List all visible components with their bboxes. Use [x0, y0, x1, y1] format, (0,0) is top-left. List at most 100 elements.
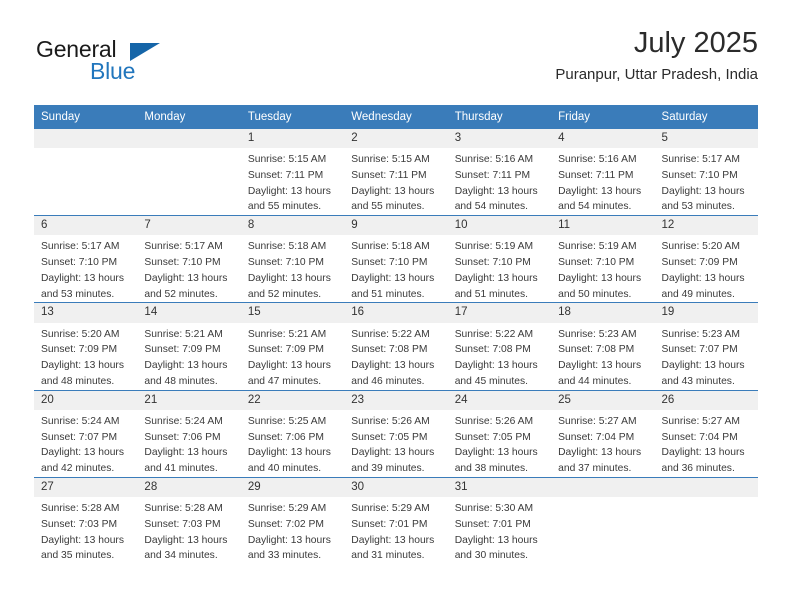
- sunrise-text: Sunrise: 5:29 AM: [351, 503, 430, 515]
- calendar-day-cell[interactable]: 29 Sunrise: 5:29 AM Sunset: 7:02 PM Dayligh…: [240, 476, 345, 565]
- calendar-day-cell[interactable]: 17 Sunrise: 5:22 AM Sunset: 7:08 PM Dayligh…: [447, 302, 552, 391]
- day-info: Sunrise: 5:15 AM Sunset: 7:11 PM Daylight:…: [344, 148, 447, 215]
- daylight-text-line1: Daylight: 13 hours: [454, 447, 538, 459]
- sunset-text: Sunset: 7:11 PM: [454, 169, 531, 181]
- calendar-day-cell[interactable]: 25 Sunrise: 5:27 AM Sunset: 7:04 PM Dayligh…: [551, 389, 655, 478]
- day-number: 7: [137, 216, 241, 236]
- day-info: Sunrise: 5:16 AM Sunset: 7:11 PM Daylight:…: [551, 148, 654, 215]
- sunrise-text: Sunrise: 5:20 AM: [41, 328, 120, 340]
- calendar-day-cell[interactable]: 15 Sunrise: 5:21 AM Sunset: 7:09 PM Dayligh…: [240, 302, 345, 391]
- sunset-text: Sunset: 7:11 PM: [247, 169, 324, 181]
- calendar-day-cell[interactable]: 3 Sunrise: 5:16 AM Sunset: 7:11 PM Daylight…: [447, 129, 552, 216]
- daylight-text-line2: and 51 minutes.: [454, 288, 528, 300]
- calendar-day-cell[interactable]: 10 Sunrise: 5:19 AM Sunset: 7:10 PM Dayligh…: [447, 215, 552, 303]
- weekday-header-saturday: Saturday: [654, 105, 758, 129]
- day-info: Sunrise: 5:26 AM Sunset: 7:05 PM Daylight:…: [448, 410, 551, 477]
- day-cell-inner: 20 Sunrise: 5:24 AM Sunset: 7:07 PM Dayligh…: [34, 390, 138, 477]
- daylight-text-line1: Daylight: 13 hours: [41, 272, 124, 284]
- day-info: Sunrise: 5:18 AM Sunset: 7:10 PM Daylight:…: [344, 235, 447, 302]
- calendar-day-cell[interactable]: 20 Sunrise: 5:24 AM Sunset: 7:07 PM Dayligh…: [34, 389, 138, 478]
- sunrise-text: Sunrise: 5:18 AM: [247, 241, 327, 253]
- calendar-day-cell[interactable]: 27 Sunrise: 5:28 AM Sunset: 7:03 PM Dayligh…: [34, 476, 138, 565]
- calendar-day-cell[interactable]: 31 Sunrise: 5:30 AM Sunset: 7:01 PM Dayligh…: [447, 476, 552, 565]
- day-cell-inner: [34, 129, 138, 215]
- daylight-text-line2: and 54 minutes.: [558, 201, 632, 213]
- calendar-day-cell[interactable]: 30 Sunrise: 5:29 AM Sunset: 7:01 PM Dayligh…: [344, 476, 448, 565]
- sunrise-text: Sunrise: 5:29 AM: [247, 503, 327, 515]
- sunset-text: Sunset: 7:10 PM: [144, 257, 221, 269]
- day-info: Sunrise: 5:17 AM Sunset: 7:10 PM Daylight:…: [137, 235, 240, 302]
- day-cell-inner: 18 Sunrise: 5:23 AM Sunset: 7:08 PM Dayligh…: [551, 303, 655, 389]
- sunset-text: Sunset: 7:03 PM: [41, 518, 118, 530]
- day-number: 27: [34, 477, 138, 498]
- sunrise-text: Sunrise: 5:15 AM: [247, 154, 327, 166]
- day-number: 18: [551, 303, 655, 323]
- sunset-text: Sunset: 7:08 PM: [351, 344, 428, 356]
- sunrise-text: Sunrise: 5:22 AM: [351, 328, 430, 340]
- calendar-day-cell[interactable]: 16 Sunrise: 5:22 AM Sunset: 7:08 PM Dayligh…: [344, 302, 448, 391]
- weekday-header-tuesday: Tuesday: [240, 105, 345, 129]
- sunrise-text: Sunrise: 5:26 AM: [351, 415, 430, 427]
- day-info: Sunrise: 5:24 AM Sunset: 7:07 PM Daylight:…: [34, 410, 137, 477]
- daylight-text-line2: and 55 minutes.: [351, 201, 425, 213]
- sunrise-text: Sunrise: 5:30 AM: [454, 503, 534, 515]
- day-number: 16: [344, 303, 448, 323]
- sunset-text: Sunset: 7:09 PM: [661, 257, 738, 269]
- calendar-body: 1 Sunrise: 5:15 AM Sunset: 7:11 PM Daylight…: [34, 129, 758, 565]
- calendar-day-cell[interactable]: 7 Sunrise: 5:17 AM Sunset: 7:10 PM Daylight…: [137, 215, 241, 303]
- calendar-day-cell[interactable]: 11 Sunrise: 5:19 AM Sunset: 7:10 PM Dayligh…: [551, 215, 655, 303]
- daylight-text-line2: and 54 minutes.: [454, 201, 528, 213]
- calendar-day-cell[interactable]: 18 Sunrise: 5:23 AM Sunset: 7:08 PM Dayligh…: [551, 302, 655, 391]
- sunrise-text: Sunrise: 5:28 AM: [144, 503, 223, 515]
- daylight-text-line1: Daylight: 13 hours: [661, 185, 745, 197]
- calendar-day-cell[interactable]: 8 Sunrise: 5:18 AM Sunset: 7:10 PM Daylight…: [240, 215, 345, 303]
- general-blue-logo[interactable]: General Blue: [34, 32, 234, 88]
- day-number: [34, 129, 138, 149]
- calendar-day-cell[interactable]: 13 Sunrise: 5:20 AM Sunset: 7:09 PM Dayligh…: [34, 302, 138, 391]
- calendar-week-row: 27 Sunrise: 5:28 AM Sunset: 7:03 PM Dayligh…: [34, 476, 758, 565]
- daylight-text-line2: and 35 minutes.: [41, 550, 115, 562]
- calendar-day-cell[interactable]: 2 Sunrise: 5:15 AM Sunset: 7:11 PM Daylight…: [344, 129, 448, 216]
- calendar-day-cell[interactable]: 12 Sunrise: 5:20 AM Sunset: 7:09 PM Dayligh…: [654, 215, 758, 303]
- sunrise-text: Sunrise: 5:18 AM: [351, 241, 430, 253]
- daylight-text-line2: and 44 minutes.: [558, 375, 632, 387]
- calendar-table: Sunday Monday Tuesday Wednesday Thursday…: [34, 105, 758, 565]
- calendar-day-cell[interactable]: 9 Sunrise: 5:18 AM Sunset: 7:10 PM Daylight…: [344, 215, 448, 303]
- daylight-text-line1: Daylight: 13 hours: [41, 534, 124, 546]
- day-cell-inner: 16 Sunrise: 5:22 AM Sunset: 7:08 PM Dayligh…: [344, 303, 448, 389]
- day-cell-inner: 29 Sunrise: 5:29 AM Sunset: 7:02 PM Dayligh…: [240, 477, 345, 564]
- day-number: 9: [344, 216, 448, 236]
- weekday-header-wednesday: Wednesday: [344, 105, 448, 129]
- day-cell-inner: 31 Sunrise: 5:30 AM Sunset: 7:01 PM Dayligh…: [447, 477, 552, 564]
- calendar-day-cell[interactable]: 6 Sunrise: 5:17 AM Sunset: 7:10 PM Daylight…: [34, 215, 138, 303]
- calendar-day-cell[interactable]: 23 Sunrise: 5:26 AM Sunset: 7:05 PM Dayligh…: [344, 389, 448, 478]
- daylight-text-line2: and 48 minutes.: [144, 375, 218, 387]
- calendar-day-cell[interactable]: 28 Sunrise: 5:28 AM Sunset: 7:03 PM Dayligh…: [137, 476, 241, 565]
- day-number: 6: [34, 216, 138, 236]
- daylight-text-line1: Daylight: 13 hours: [661, 360, 745, 372]
- calendar-week-row: 20 Sunrise: 5:24 AM Sunset: 7:07 PM Dayligh…: [34, 389, 758, 478]
- calendar-day-cell[interactable]: 4 Sunrise: 5:16 AM Sunset: 7:11 PM Daylight…: [551, 129, 655, 216]
- day-number: 14: [137, 303, 241, 323]
- calendar-day-cell[interactable]: 21 Sunrise: 5:24 AM Sunset: 7:06 PM Dayligh…: [137, 389, 241, 478]
- sunrise-text: Sunrise: 5:19 AM: [558, 241, 637, 253]
- day-number: 4: [551, 129, 655, 149]
- calendar-day-cell[interactable]: 5 Sunrise: 5:17 AM Sunset: 7:10 PM Daylight…: [654, 129, 758, 216]
- calendar-day-cell[interactable]: 24 Sunrise: 5:26 AM Sunset: 7:05 PM Dayligh…: [447, 389, 552, 478]
- day-number: 19: [654, 303, 758, 323]
- sunrise-text: Sunrise: 5:27 AM: [558, 415, 637, 427]
- sunset-text: Sunset: 7:05 PM: [454, 431, 531, 443]
- calendar-day-cell[interactable]: 22 Sunrise: 5:25 AM Sunset: 7:06 PM Dayligh…: [240, 389, 345, 478]
- sunrise-text: Sunrise: 5:16 AM: [454, 154, 534, 166]
- daylight-text-line1: Daylight: 13 hours: [558, 185, 642, 197]
- daylight-text-line1: Daylight: 13 hours: [454, 534, 538, 546]
- sunset-text: Sunset: 7:08 PM: [558, 344, 635, 356]
- daylight-text-line2: and 38 minutes.: [454, 463, 528, 475]
- calendar-day-cell[interactable]: 14 Sunrise: 5:21 AM Sunset: 7:09 PM Dayligh…: [137, 302, 241, 391]
- day-number: 13: [34, 303, 138, 323]
- calendar-day-cell[interactable]: 1 Sunrise: 5:15 AM Sunset: 7:11 PM Daylight…: [240, 129, 345, 216]
- calendar-day-cell[interactable]: 26 Sunrise: 5:27 AM Sunset: 7:04 PM Dayligh…: [654, 389, 758, 478]
- day-number: 2: [344, 129, 448, 149]
- calendar-day-cell[interactable]: 19 Sunrise: 5:23 AM Sunset: 7:07 PM Dayligh…: [654, 302, 758, 391]
- daylight-text-line2: and 53 minutes.: [41, 288, 115, 300]
